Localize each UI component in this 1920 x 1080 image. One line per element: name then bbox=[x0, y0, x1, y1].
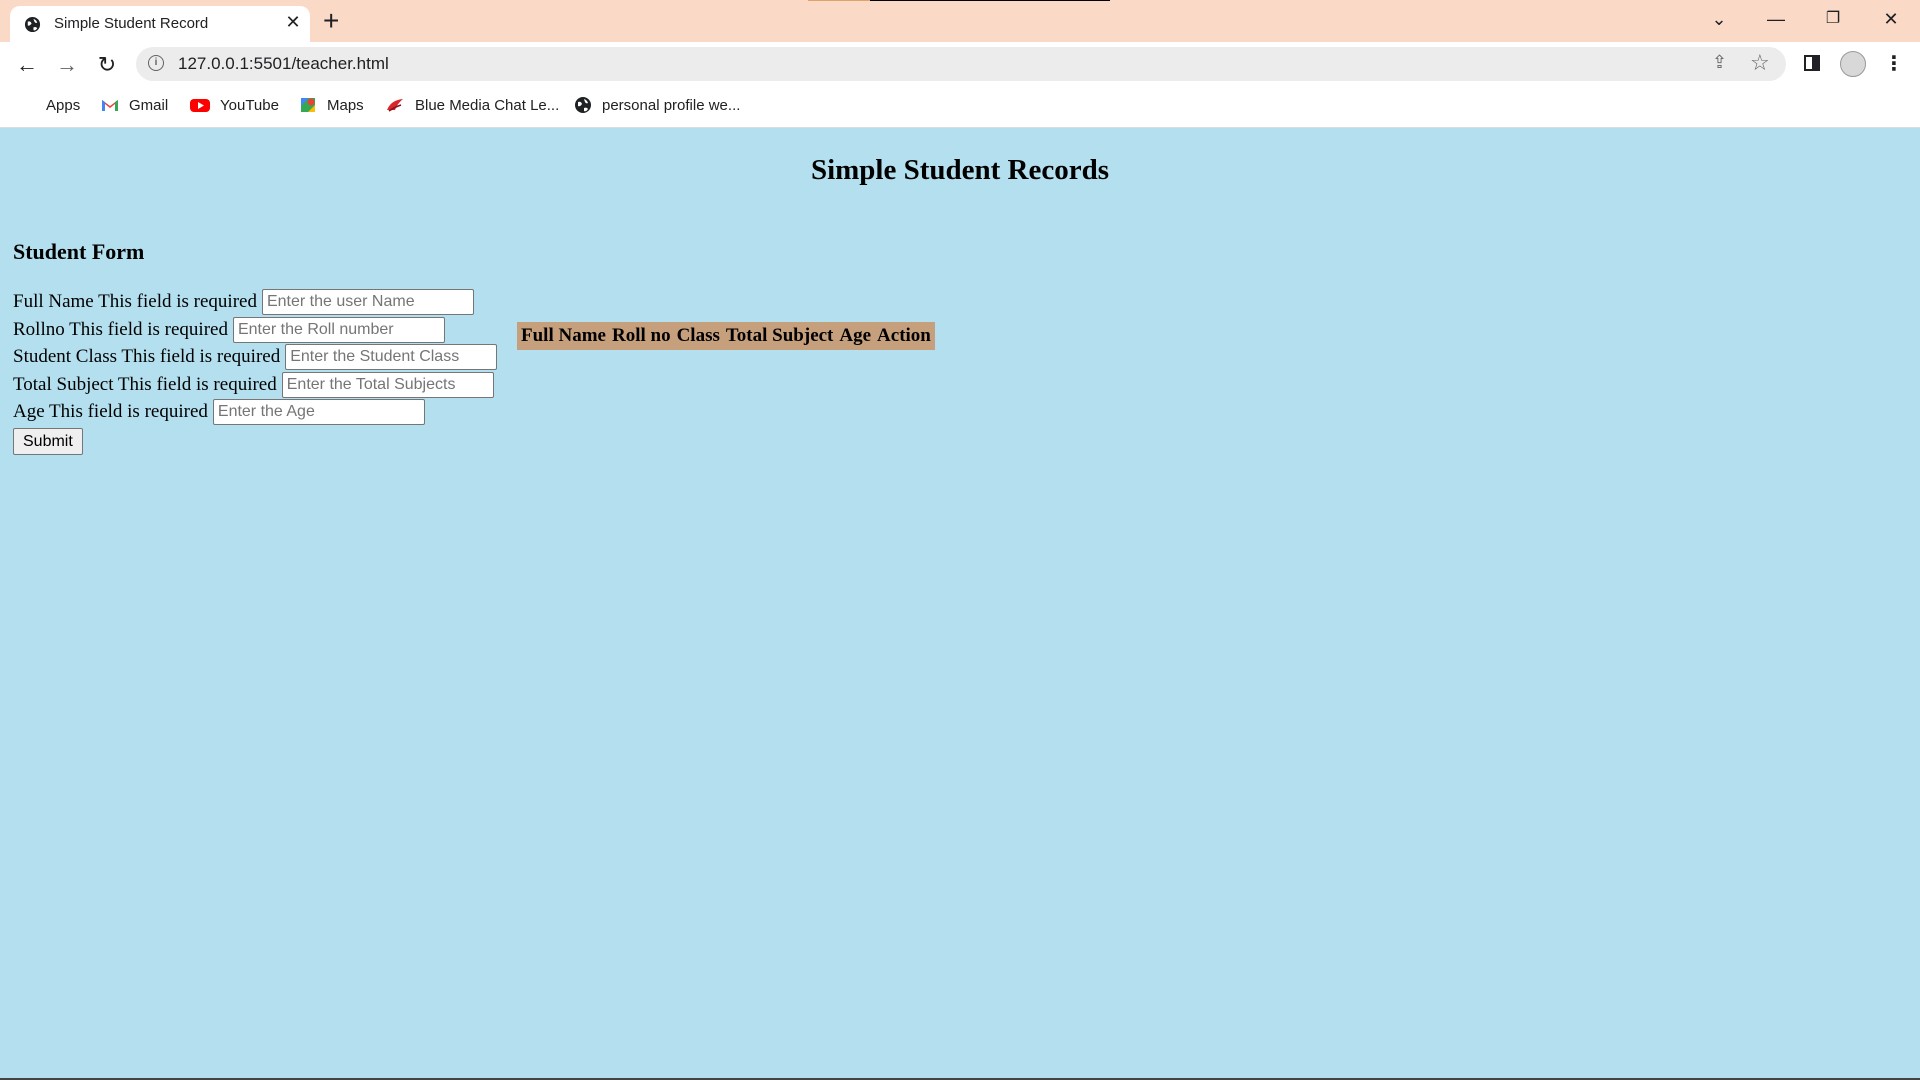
bookmark-label: Maps bbox=[327, 96, 364, 114]
rollno-label: Rollno This field is required bbox=[13, 319, 228, 340]
bookmark-label: Blue Media Chat Le... bbox=[415, 96, 560, 114]
minimize-button[interactable]: — bbox=[1756, 8, 1796, 30]
profile-avatar[interactable] bbox=[1840, 51, 1866, 77]
bookmark-youtube[interactable]: YouTube bbox=[190, 96, 279, 114]
globe-icon bbox=[575, 97, 591, 113]
browser-toolbar: ← → ↻ i 127.0.0.1:5501/teacher.html ⇪ ☆ … bbox=[0, 42, 1920, 88]
browser-menu-icon[interactable]: ⋮ bbox=[1884, 50, 1904, 78]
youtube-icon bbox=[190, 99, 210, 112]
site-info-icon[interactable]: i bbox=[148, 55, 164, 71]
rollno-input[interactable] bbox=[232, 317, 445, 343]
bookmarks-bar: Apps Gmail YouTube Maps Blue Media Chat … bbox=[0, 88, 1920, 128]
url-text[interactable]: 127.0.0.1:5501/teacher.html bbox=[178, 54, 389, 74]
browser-chrome: Simple Student Record ✕ + ⌄ — ❐ ✕ ← → ↻ … bbox=[0, 0, 1920, 128]
side-panel-icon[interactable] bbox=[1804, 55, 1820, 71]
tab-strip-accent-highlight bbox=[808, 0, 870, 1]
gmail-icon bbox=[102, 100, 118, 111]
restore-button[interactable]: ❐ bbox=[1813, 8, 1853, 30]
browser-tab[interactable]: Simple Student Record ✕ bbox=[10, 6, 310, 42]
tab-title: Simple Student Record bbox=[54, 15, 209, 32]
form-row-student-class: Student Class This field is required bbox=[13, 344, 498, 370]
column-header-total-subject: Total Subject bbox=[725, 325, 834, 346]
full-name-label: Full Name This field is required bbox=[13, 291, 257, 312]
bookmark-label: YouTube bbox=[220, 96, 279, 114]
page-title: Simple Student Records bbox=[810, 154, 1110, 186]
column-header-action: Action bbox=[877, 325, 931, 346]
student-class-input[interactable] bbox=[285, 344, 498, 370]
total-subject-label: Total Subject This field is required bbox=[13, 374, 277, 395]
bookmark-star-icon[interactable]: ☆ bbox=[1750, 50, 1770, 76]
total-subject-input[interactable] bbox=[281, 372, 494, 398]
form-row-rollno: Rollno This field is required bbox=[13, 317, 445, 343]
bookmark-blue-media[interactable]: Blue Media Chat Le... bbox=[385, 96, 559, 114]
bookmark-label: Gmail bbox=[129, 96, 169, 114]
student-class-label: Student Class This field is required bbox=[13, 346, 281, 367]
reload-button[interactable]: ↻ bbox=[93, 52, 121, 78]
close-tab-icon[interactable]: ✕ bbox=[282, 12, 304, 33]
tab-strip: Simple Student Record ✕ + ⌄ — ❐ ✕ bbox=[0, 0, 1920, 42]
apps-grid-icon bbox=[18, 96, 36, 114]
address-bar[interactable]: i 127.0.0.1:5501/teacher.html ⇪ ☆ bbox=[136, 47, 1786, 81]
close-window-button[interactable]: ✕ bbox=[1871, 8, 1911, 30]
column-header-class: Class bbox=[676, 325, 720, 346]
form-row-full-name: Full Name This field is required bbox=[13, 289, 474, 315]
globe-icon bbox=[24, 16, 41, 33]
submit-button[interactable]: Submit bbox=[13, 428, 83, 455]
column-header-roll-no: Roll no bbox=[611, 325, 671, 346]
form-row-age: Age This field is required bbox=[13, 399, 425, 425]
bluemedia-icon bbox=[387, 99, 403, 112]
maps-icon bbox=[301, 98, 315, 112]
column-header-age: Age bbox=[839, 325, 872, 346]
column-header-full-name: Full Name bbox=[521, 325, 606, 346]
new-tab-button[interactable]: + bbox=[323, 5, 339, 37]
form-heading: Student Form bbox=[13, 239, 145, 264]
bookmark-personal-profile[interactable]: personal profile we... bbox=[574, 96, 740, 114]
share-icon[interactable]: ⇪ bbox=[1712, 52, 1727, 73]
form-row-total-subject: Total Subject This field is required bbox=[13, 372, 494, 398]
records-table-header: Full Name Roll no Class Total Subject Ag… bbox=[517, 322, 935, 350]
forward-button[interactable]: → bbox=[53, 52, 81, 78]
bookmark-maps[interactable]: Maps bbox=[299, 96, 364, 114]
age-input[interactable] bbox=[212, 399, 425, 425]
tab-search-icon[interactable]: ⌄ bbox=[1699, 8, 1739, 30]
bookmark-label: personal profile we... bbox=[602, 96, 741, 114]
age-label: Age This field is required bbox=[13, 401, 208, 422]
bookmark-gmail[interactable]: Gmail bbox=[101, 96, 168, 114]
bookmark-label: Apps bbox=[46, 96, 81, 114]
bookmark-apps[interactable]: Apps bbox=[18, 96, 80, 114]
full-name-input[interactable] bbox=[261, 289, 474, 315]
page-content: Simple Student Records Student Form Full… bbox=[0, 128, 1920, 1080]
back-button[interactable]: ← bbox=[13, 52, 41, 78]
